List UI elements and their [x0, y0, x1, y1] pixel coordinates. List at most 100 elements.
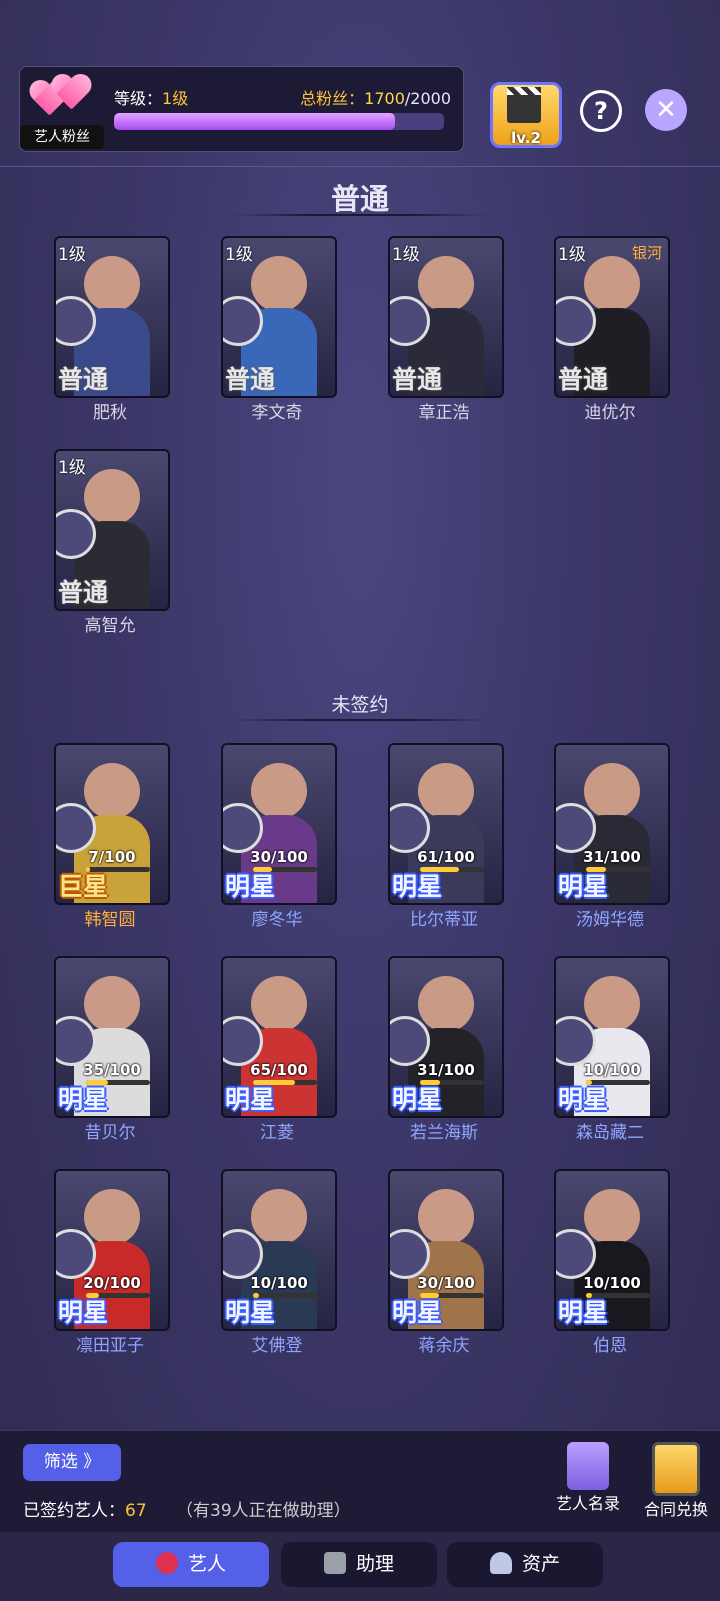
artist-rank: 普通	[58, 365, 109, 394]
artist-portrait	[84, 469, 140, 525]
artist-rank: 普通	[225, 365, 276, 394]
artist-portrait	[251, 256, 307, 312]
artist-card[interactable]: 1级 银河普通	[554, 236, 670, 398]
artist-name: 李文奇	[251, 403, 303, 423]
artist-name: 韩智圆	[84, 910, 136, 930]
artist-rank: 普通	[58, 578, 109, 607]
artist-card[interactable]: 31/100 明星	[388, 956, 504, 1118]
artist-portrait	[251, 976, 307, 1032]
artist-name: 伯恩	[593, 1336, 627, 1356]
artist-rank: 明星	[225, 872, 276, 901]
contract-progress-text: 65/100	[250, 1061, 308, 1079]
folder-icon	[652, 1442, 700, 1496]
artist-card[interactable]: 31/100 明星	[554, 743, 670, 905]
contract-exchange-button[interactable]: 合同兑换	[636, 1442, 716, 1520]
contract-progress-text: 30/100	[417, 1274, 475, 1292]
close-button[interactable]: ✕	[645, 89, 687, 131]
artist-portrait	[84, 763, 140, 819]
artist-card[interactable]: 1级 普通	[221, 236, 337, 398]
artist-card[interactable]: 30/100 明星	[221, 743, 337, 905]
contract-progress-text: 10/100	[583, 1061, 641, 1079]
artist-level: 1级	[58, 245, 86, 265]
section-title-unsigned: 未签约	[331, 694, 389, 716]
artist-portrait	[251, 763, 307, 819]
artist-portrait	[584, 1189, 640, 1245]
artist-card[interactable]: 30/100 明星	[388, 1169, 504, 1331]
artist-name: 迪优尔	[584, 403, 636, 423]
assistant-icon	[323, 1552, 346, 1574]
artist-rank: 明星	[392, 872, 443, 901]
artist-portrait	[418, 256, 474, 312]
artist-roster-button[interactable]: 艺人名录	[548, 1442, 628, 1514]
artist-portrait	[84, 976, 140, 1032]
contract-progress-text: 20/100	[83, 1274, 141, 1292]
tab-artists[interactable]: 艺人	[113, 1542, 269, 1587]
fans-progress-fill	[114, 113, 395, 130]
tab-label: 助理	[355, 1553, 394, 1575]
artist-card[interactable]: 1级普通	[54, 236, 170, 398]
artist-rank: 普通	[392, 365, 443, 394]
artist-card[interactable]: 10/100 明星	[554, 1169, 670, 1331]
contract-progress-text: 31/100	[417, 1061, 475, 1079]
artist-name: 凛田亚子	[76, 1336, 144, 1356]
total-fans-label: 总粉丝：1700/2000	[300, 89, 451, 108]
artist-name: 高智允	[84, 616, 136, 636]
divider	[0, 166, 720, 167]
artist-level: 1级	[58, 458, 86, 478]
artist-portrait	[84, 256, 140, 312]
artist-name: 若兰海斯	[410, 1123, 478, 1143]
contract-progress-text: 61/100	[417, 848, 475, 866]
artist-card[interactable]: 1级普通	[54, 449, 170, 611]
contract-exchange-label: 合同兑换	[643, 1500, 708, 1519]
studio-level-label: lv.2	[511, 129, 541, 147]
artist-rank: 巨星	[58, 872, 109, 901]
fan-level-panel: 艺人粉丝 等级：1级 总粉丝：1700/2000	[19, 66, 464, 152]
artist-name: 汤姆华德	[576, 910, 644, 930]
artist-name: 章正浩	[418, 403, 470, 423]
artist-card[interactable]: 10/100 明星	[554, 956, 670, 1118]
artist-name: 比尔蒂亚	[410, 910, 478, 930]
artist-portrait	[584, 256, 640, 312]
level-label: 等级：1级	[114, 89, 189, 108]
contract-progress-text: 7/100	[88, 848, 136, 866]
section-title-normal: 普通	[330, 182, 389, 216]
artist-name: 蒋余庆	[418, 1336, 470, 1356]
artist-rank: 明星	[558, 1085, 609, 1114]
artist-portrait	[584, 976, 640, 1032]
artist-level: 1级	[392, 245, 420, 265]
tab-assistants[interactable]: 助理	[281, 1542, 437, 1587]
artist-level: 1级	[558, 245, 586, 265]
artist-portrait	[418, 976, 474, 1032]
section-underline	[230, 719, 490, 721]
artist-icon	[155, 1552, 178, 1574]
artist-rank: 明星	[392, 1085, 443, 1114]
tab-assets[interactable]: 资产	[447, 1542, 603, 1587]
studio-level-button[interactable]: lv.2	[490, 82, 562, 148]
artist-card[interactable]: 1级普通	[388, 236, 504, 398]
artist-card[interactable]: 7/100 巨星	[54, 743, 170, 905]
artist-card[interactable]: 65/100 明星	[221, 956, 337, 1118]
artist-portrait	[418, 763, 474, 819]
filter-button[interactable]: 筛选 》	[23, 1444, 121, 1481]
artist-rank: 明星	[558, 1298, 609, 1327]
assistant-note: （有39人正在做助理）	[176, 1501, 351, 1521]
artist-rank: 明星	[225, 1085, 276, 1114]
artist-name: 肥秋	[93, 403, 127, 423]
assets-icon	[489, 1552, 512, 1574]
tab-label: 资产	[521, 1553, 560, 1575]
artist-portrait	[84, 1189, 140, 1245]
contract-progress-text: 35/100	[83, 1061, 141, 1079]
artist-card[interactable]: 35/100 明星	[54, 956, 170, 1118]
artist-tag: 银河	[631, 244, 662, 262]
tab-label: 艺人	[187, 1553, 226, 1575]
artist-rank: 普通	[558, 365, 609, 394]
artist-card[interactable]: 10/100 明星	[221, 1169, 337, 1331]
artist-card[interactable]: 61/100 明星	[388, 743, 504, 905]
fan-badge-label: 艺人粉丝	[20, 125, 104, 149]
help-button[interactable]: ?	[580, 90, 622, 132]
artist-rank: 明星	[225, 1298, 276, 1327]
artist-rank: 明星	[58, 1298, 109, 1327]
artist-card[interactable]: 20/100 明星	[54, 1169, 170, 1331]
artist-name: 艾佛登	[251, 1336, 303, 1356]
contract-progress-text: 10/100	[250, 1274, 308, 1292]
